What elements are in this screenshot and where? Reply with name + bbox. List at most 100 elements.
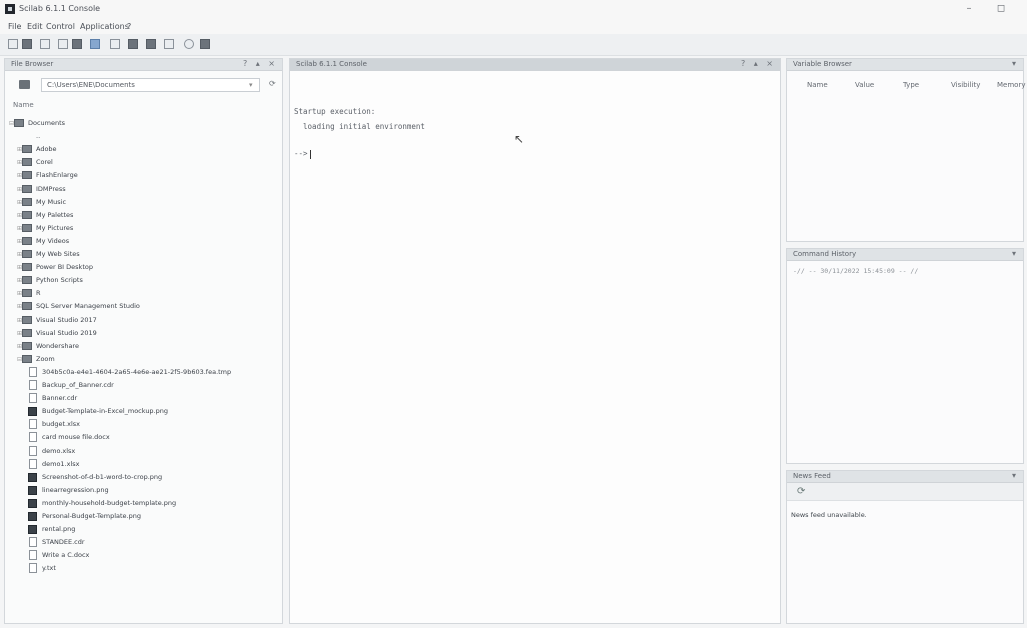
- folder-icon: [22, 236, 32, 245]
- image-icon: [28, 407, 37, 417]
- command-history-controls[interactable]: ▾: [1012, 249, 1019, 258]
- file-tree-item-label: ..: [36, 132, 41, 141]
- file-icon: [29, 393, 37, 404]
- copy-icon[interactable]: [58, 39, 68, 49]
- module-manager-icon[interactable]: [164, 39, 174, 49]
- file-browser-controls[interactable]: ? ▴ ×: [243, 59, 278, 68]
- folder-icon: [22, 210, 32, 219]
- folder-icon: [14, 119, 24, 127]
- browse-folder-icon[interactable]: [19, 80, 30, 89]
- column-header-name[interactable]: Name: [807, 81, 828, 89]
- column-header-visibility[interactable]: Visibility: [951, 81, 980, 89]
- menu-help[interactable]: ?: [127, 22, 131, 31]
- open-file-icon[interactable]: [22, 39, 32, 49]
- file-browser-title: File Browser: [11, 60, 54, 68]
- file-icon: [29, 445, 37, 456]
- refresh-news-icon[interactable]: ⟳: [797, 486, 805, 497]
- image-icon: [28, 498, 37, 508]
- file-icon: [29, 550, 37, 561]
- file-tree-item-label: y.txt: [42, 564, 56, 573]
- minimize-button[interactable]: –: [958, 1, 980, 17]
- folder-icon: [22, 223, 32, 232]
- folder-icon: [22, 263, 32, 272]
- news-feed-message: News feed unavailable.: [791, 511, 867, 519]
- file-icon: [29, 432, 37, 443]
- image-icon: [28, 525, 37, 535]
- folder-icon: [22, 276, 32, 285]
- variable-browser-panel: Variable Browser ▾ Name Value Type Visib…: [786, 58, 1025, 242]
- file-tree-item-label: demo1.xlsx: [42, 459, 80, 468]
- folder-icon: [22, 158, 32, 167]
- clear-console-icon[interactable]: [128, 39, 138, 49]
- history-session-entry[interactable]: -// -- 30/11/2022 15:45:09 -- //: [793, 267, 918, 275]
- file-tree-item-label: FlashEnlarge: [36, 171, 78, 180]
- folder-icon: [22, 341, 32, 350]
- variable-browser-controls[interactable]: ▾: [1012, 59, 1019, 68]
- command-history-panel: Command History ▾ -// -- 30/11/2022 15:4…: [786, 248, 1024, 464]
- variable-browser-title: Variable Browser: [793, 60, 852, 68]
- console-prompt[interactable]: -->: [294, 149, 311, 159]
- file-tree-item-label: STANDEE.cdr: [42, 538, 85, 547]
- path-input[interactable]: [41, 78, 260, 92]
- column-header-value[interactable]: Value: [855, 81, 874, 89]
- path-bar: ▾ ⟳: [9, 75, 279, 95]
- file-tree-item-label: Visual Studio 2019: [36, 328, 97, 337]
- file-tree-item-label: My Palettes: [36, 210, 74, 219]
- column-header-type[interactable]: Type: [903, 81, 919, 89]
- scilab-logo-icon: [5, 4, 15, 14]
- xcos-icon[interactable]: [146, 39, 156, 49]
- menu-applications[interactable]: Applications: [80, 22, 129, 31]
- file-tree-item-label: Adobe: [36, 145, 57, 154]
- preferences-icon[interactable]: [110, 39, 120, 49]
- change-directory-icon[interactable]: [90, 39, 100, 49]
- folder-icon: [22, 197, 32, 206]
- main-toolbar: [0, 34, 1027, 56]
- file-tree-item-label: Write a C.docx: [42, 551, 90, 560]
- column-header-name[interactable]: Name: [13, 101, 34, 109]
- file-tree-item-label: Wondershare: [36, 341, 79, 350]
- file-tree-item-label: demo.xlsx: [42, 446, 76, 455]
- file-tree-item-label: linearregression.png: [42, 485, 109, 494]
- console-output-line: Startup execution:: [294, 107, 376, 116]
- file-tree-item-label: 304b5c0a-e4e1-4604-2a65-4e6e-ae21-2f5-9b…: [42, 367, 232, 376]
- path-dropdown-icon[interactable]: ▾: [249, 81, 253, 89]
- console-title: Scilab 6.1.1 Console: [296, 60, 367, 68]
- variable-browser-header: Variable Browser ▾: [787, 59, 1023, 71]
- image-icon: [28, 512, 37, 521]
- file-tree-item-label: IDMPress: [36, 184, 66, 193]
- new-script-icon[interactable]: [8, 39, 18, 49]
- image-icon: [28, 485, 37, 495]
- file-icon: [29, 458, 37, 469]
- file-icon: [29, 380, 37, 390]
- column-header-memory[interactable]: Memory: [997, 81, 1025, 89]
- paste-icon[interactable]: [72, 39, 82, 49]
- file-tree-item-label: Personal-Budget-Template.png: [42, 512, 141, 520]
- folder-icon: [22, 250, 32, 258]
- menu-control[interactable]: Control: [46, 22, 75, 31]
- command-history-header: Command History ▾: [787, 249, 1023, 261]
- console-controls[interactable]: ? ▴ ×: [741, 59, 776, 68]
- demonstrations-icon[interactable]: [200, 39, 210, 49]
- title-bar: Scilab 6.1.1 Console – ◻: [0, 0, 1027, 20]
- image-icon: [28, 472, 37, 482]
- file-tree-item-label: Documents: [28, 119, 66, 127]
- file-tree-item-label: card mouse file.docx: [42, 433, 110, 442]
- window-title: Scilab 6.1.1 Console: [19, 4, 101, 13]
- menu-edit[interactable]: Edit: [27, 22, 43, 31]
- help-browser-icon[interactable]: [184, 39, 194, 49]
- file-icon: [29, 563, 37, 574]
- console-panel[interactable]: Scilab 6.1.1 Console ? ▴ × Startup execu…: [289, 58, 781, 624]
- file-tree-item-label: My Music: [36, 197, 67, 206]
- file-tree-item-label: Zoom: [36, 354, 55, 363]
- folder-icon: [22, 354, 32, 363]
- news-feed-controls[interactable]: ▾: [1012, 471, 1019, 480]
- console-header: Scilab 6.1.1 Console ? ▴ ×: [290, 59, 780, 71]
- maximize-button[interactable]: ◻: [990, 1, 1012, 17]
- news-feed-header: News Feed ▾: [787, 471, 1023, 483]
- refresh-path-icon[interactable]: ⟳: [269, 79, 276, 88]
- up-icon: [22, 132, 32, 140]
- menu-file[interactable]: File: [8, 22, 21, 31]
- cut-icon[interactable]: [40, 39, 50, 49]
- file-tree-item-label: SQL Server Management Studio: [36, 302, 140, 311]
- file-icon: [29, 537, 37, 548]
